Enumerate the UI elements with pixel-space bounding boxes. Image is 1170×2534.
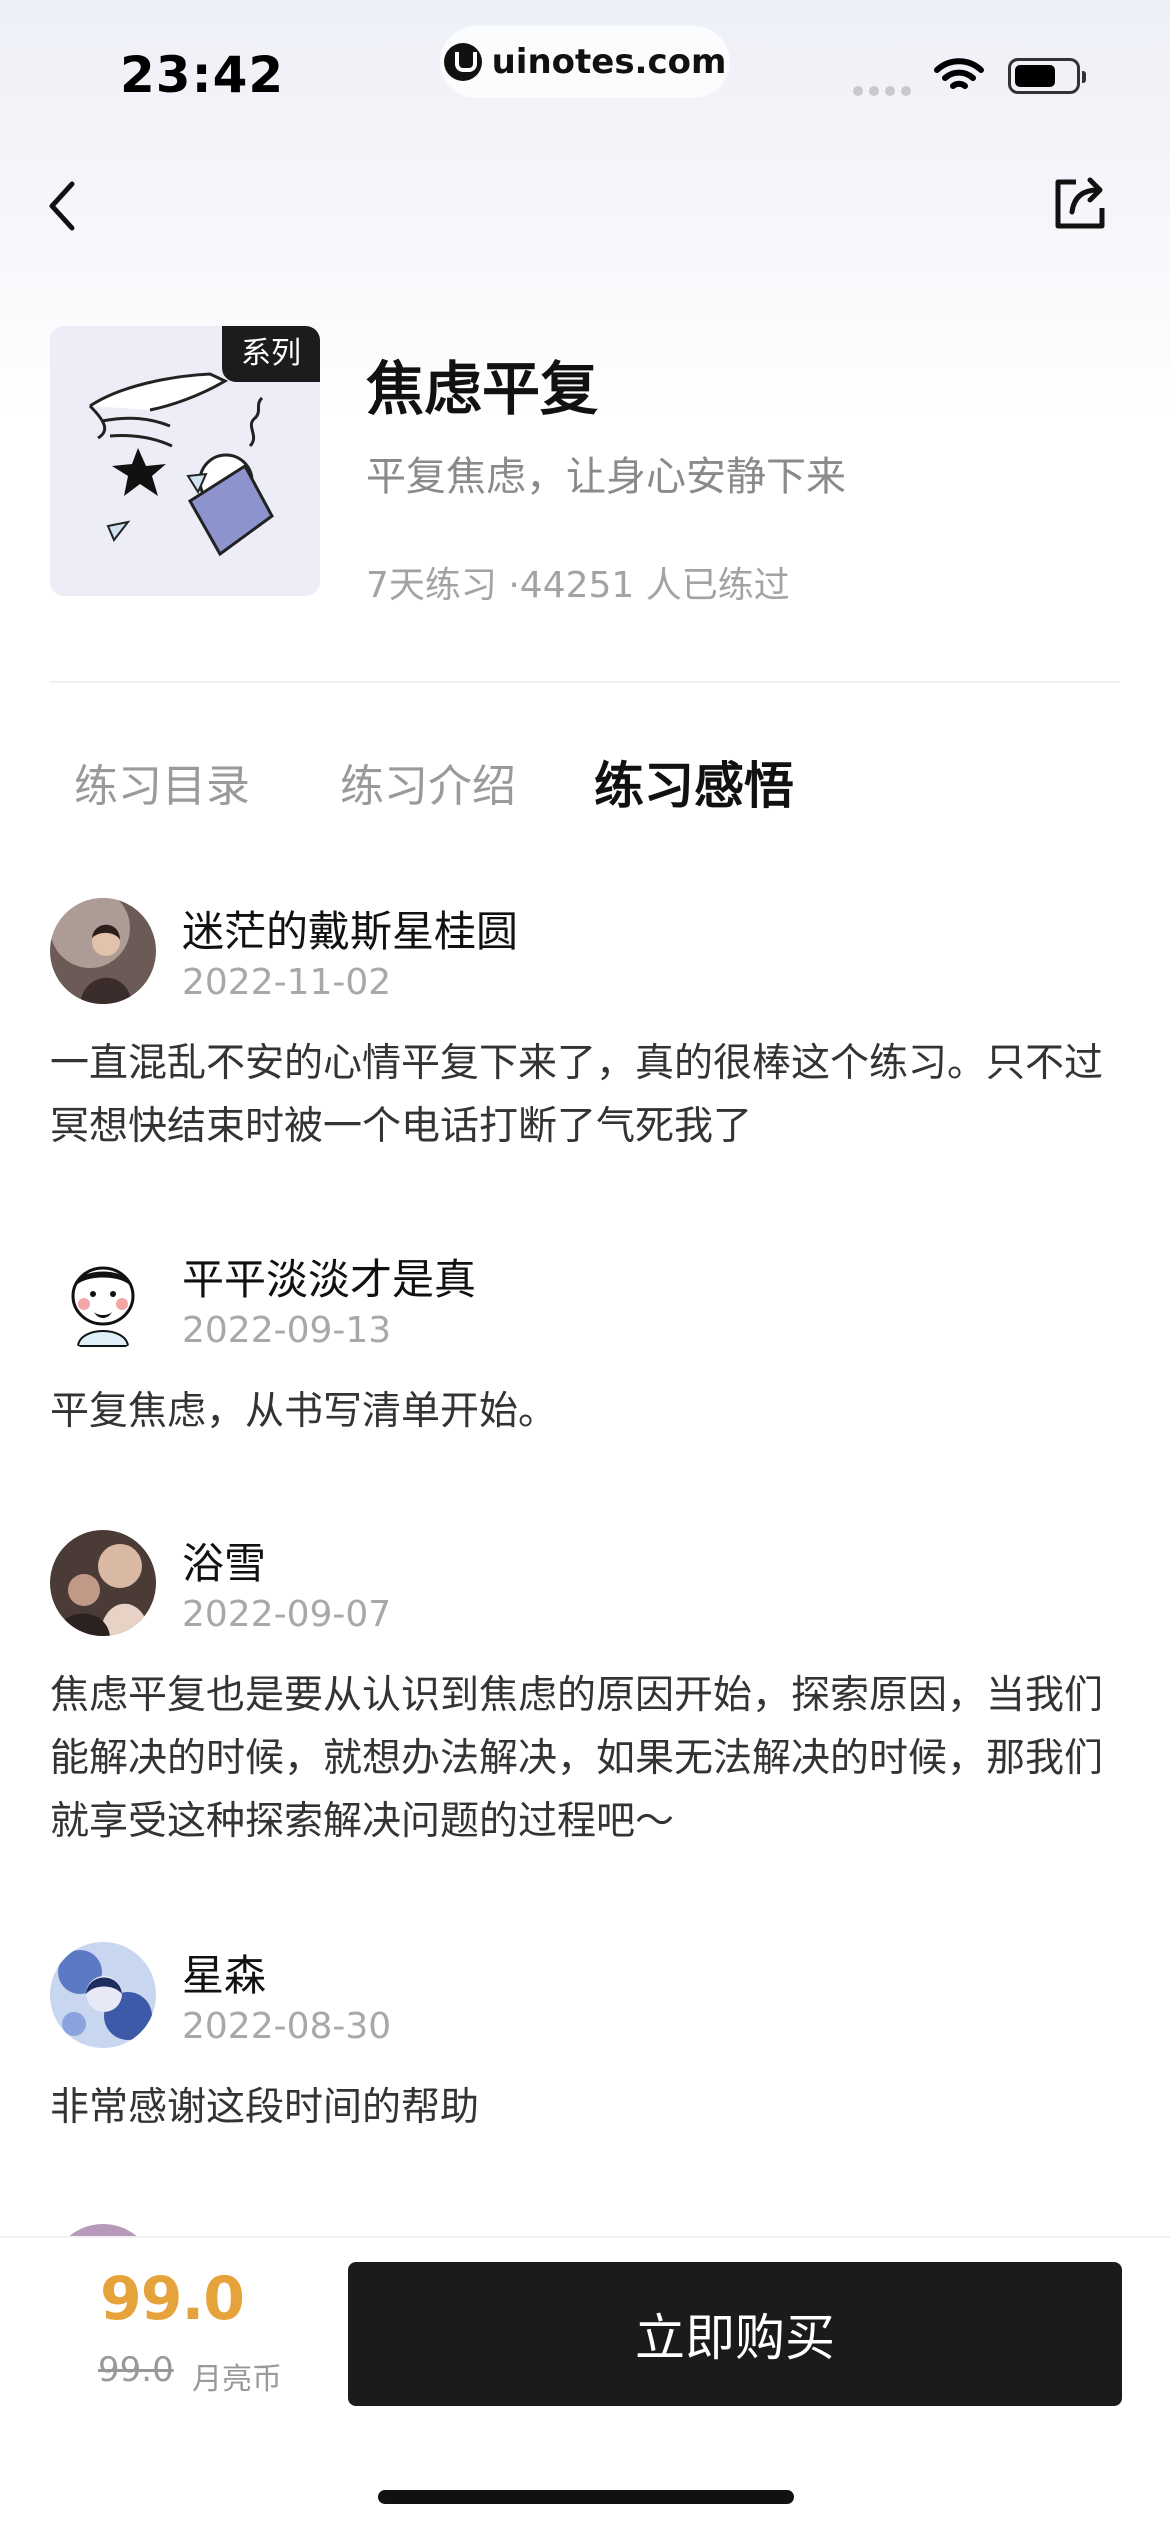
current-price: 99.0 <box>100 2264 245 2334</box>
review-username[interactable]: 迷茫的戴斯星桂圆 <box>182 898 518 959</box>
review-text: 焦虑平复也是要从认识到焦虑的原因开始，探索原因，当我们能解决的时候，就想办法解决… <box>50 1673 1104 1844</box>
review-date: 2022-11-02 <box>182 962 392 1003</box>
review-username[interactable]: 浴雪 <box>182 1530 266 1591</box>
price-unit: 月亮币 <box>192 2362 282 2397</box>
site-logo-icon <box>443 43 482 81</box>
buy-now-button[interactable]: 立即购买 <box>348 2262 1122 2406</box>
status-time: 23:42 <box>120 46 285 104</box>
series-cover-image: 系列 <box>50 326 320 596</box>
tab-introduction[interactable]: 练习介绍 <box>340 750 516 814</box>
page-subtitle: 平复焦虑，让身心安静下来 <box>366 454 846 500</box>
back-arrow-icon[interactable] <box>40 176 90 236</box>
user-avatar[interactable] <box>50 1246 156 1352</box>
review-text: 一直混乱不安的心情平复下来了，真的很棒这个练习。只不过冥想快结束时被一个电话打断… <box>50 1041 1104 1149</box>
battery-icon <box>1008 58 1086 94</box>
review-text: 非常感谢这段时间的帮助 <box>50 2085 480 2130</box>
home-indicator <box>378 2490 794 2504</box>
review-text: 平复焦虑，从书写清单开始。 <box>50 1389 558 1434</box>
practice-meta: 7天练习 ·44251 人已练过 <box>366 565 790 606</box>
tab-catalog[interactable]: 练习目录 <box>74 750 250 814</box>
series-tag: 系列 <box>222 326 320 382</box>
review-date: 2022-09-07 <box>182 1594 392 1635</box>
review-date: 2022-09-13 <box>182 1310 392 1351</box>
page-title: 焦虑平复 <box>366 355 599 423</box>
user-avatar[interactable] <box>50 1942 156 2048</box>
share-icon[interactable] <box>1048 172 1112 236</box>
user-avatar[interactable] <box>50 1530 156 1636</box>
wifi-icon <box>934 58 984 89</box>
divider <box>50 681 1120 683</box>
review-username[interactable]: 平平淡淡才是真 <box>182 1246 476 1307</box>
url-pill[interactable]: uinotes.com <box>440 26 730 98</box>
review-date: 2022-08-30 <box>182 2006 392 2047</box>
user-avatar[interactable] <box>50 898 156 1004</box>
url-text: uinotes.com <box>491 42 727 82</box>
cellular-signal-icon <box>853 86 911 96</box>
review-username[interactable]: 星森 <box>182 1942 266 2003</box>
original-price: 99.0 <box>98 2350 174 2390</box>
tab-reflections[interactable]: 练习感悟 <box>594 746 794 818</box>
